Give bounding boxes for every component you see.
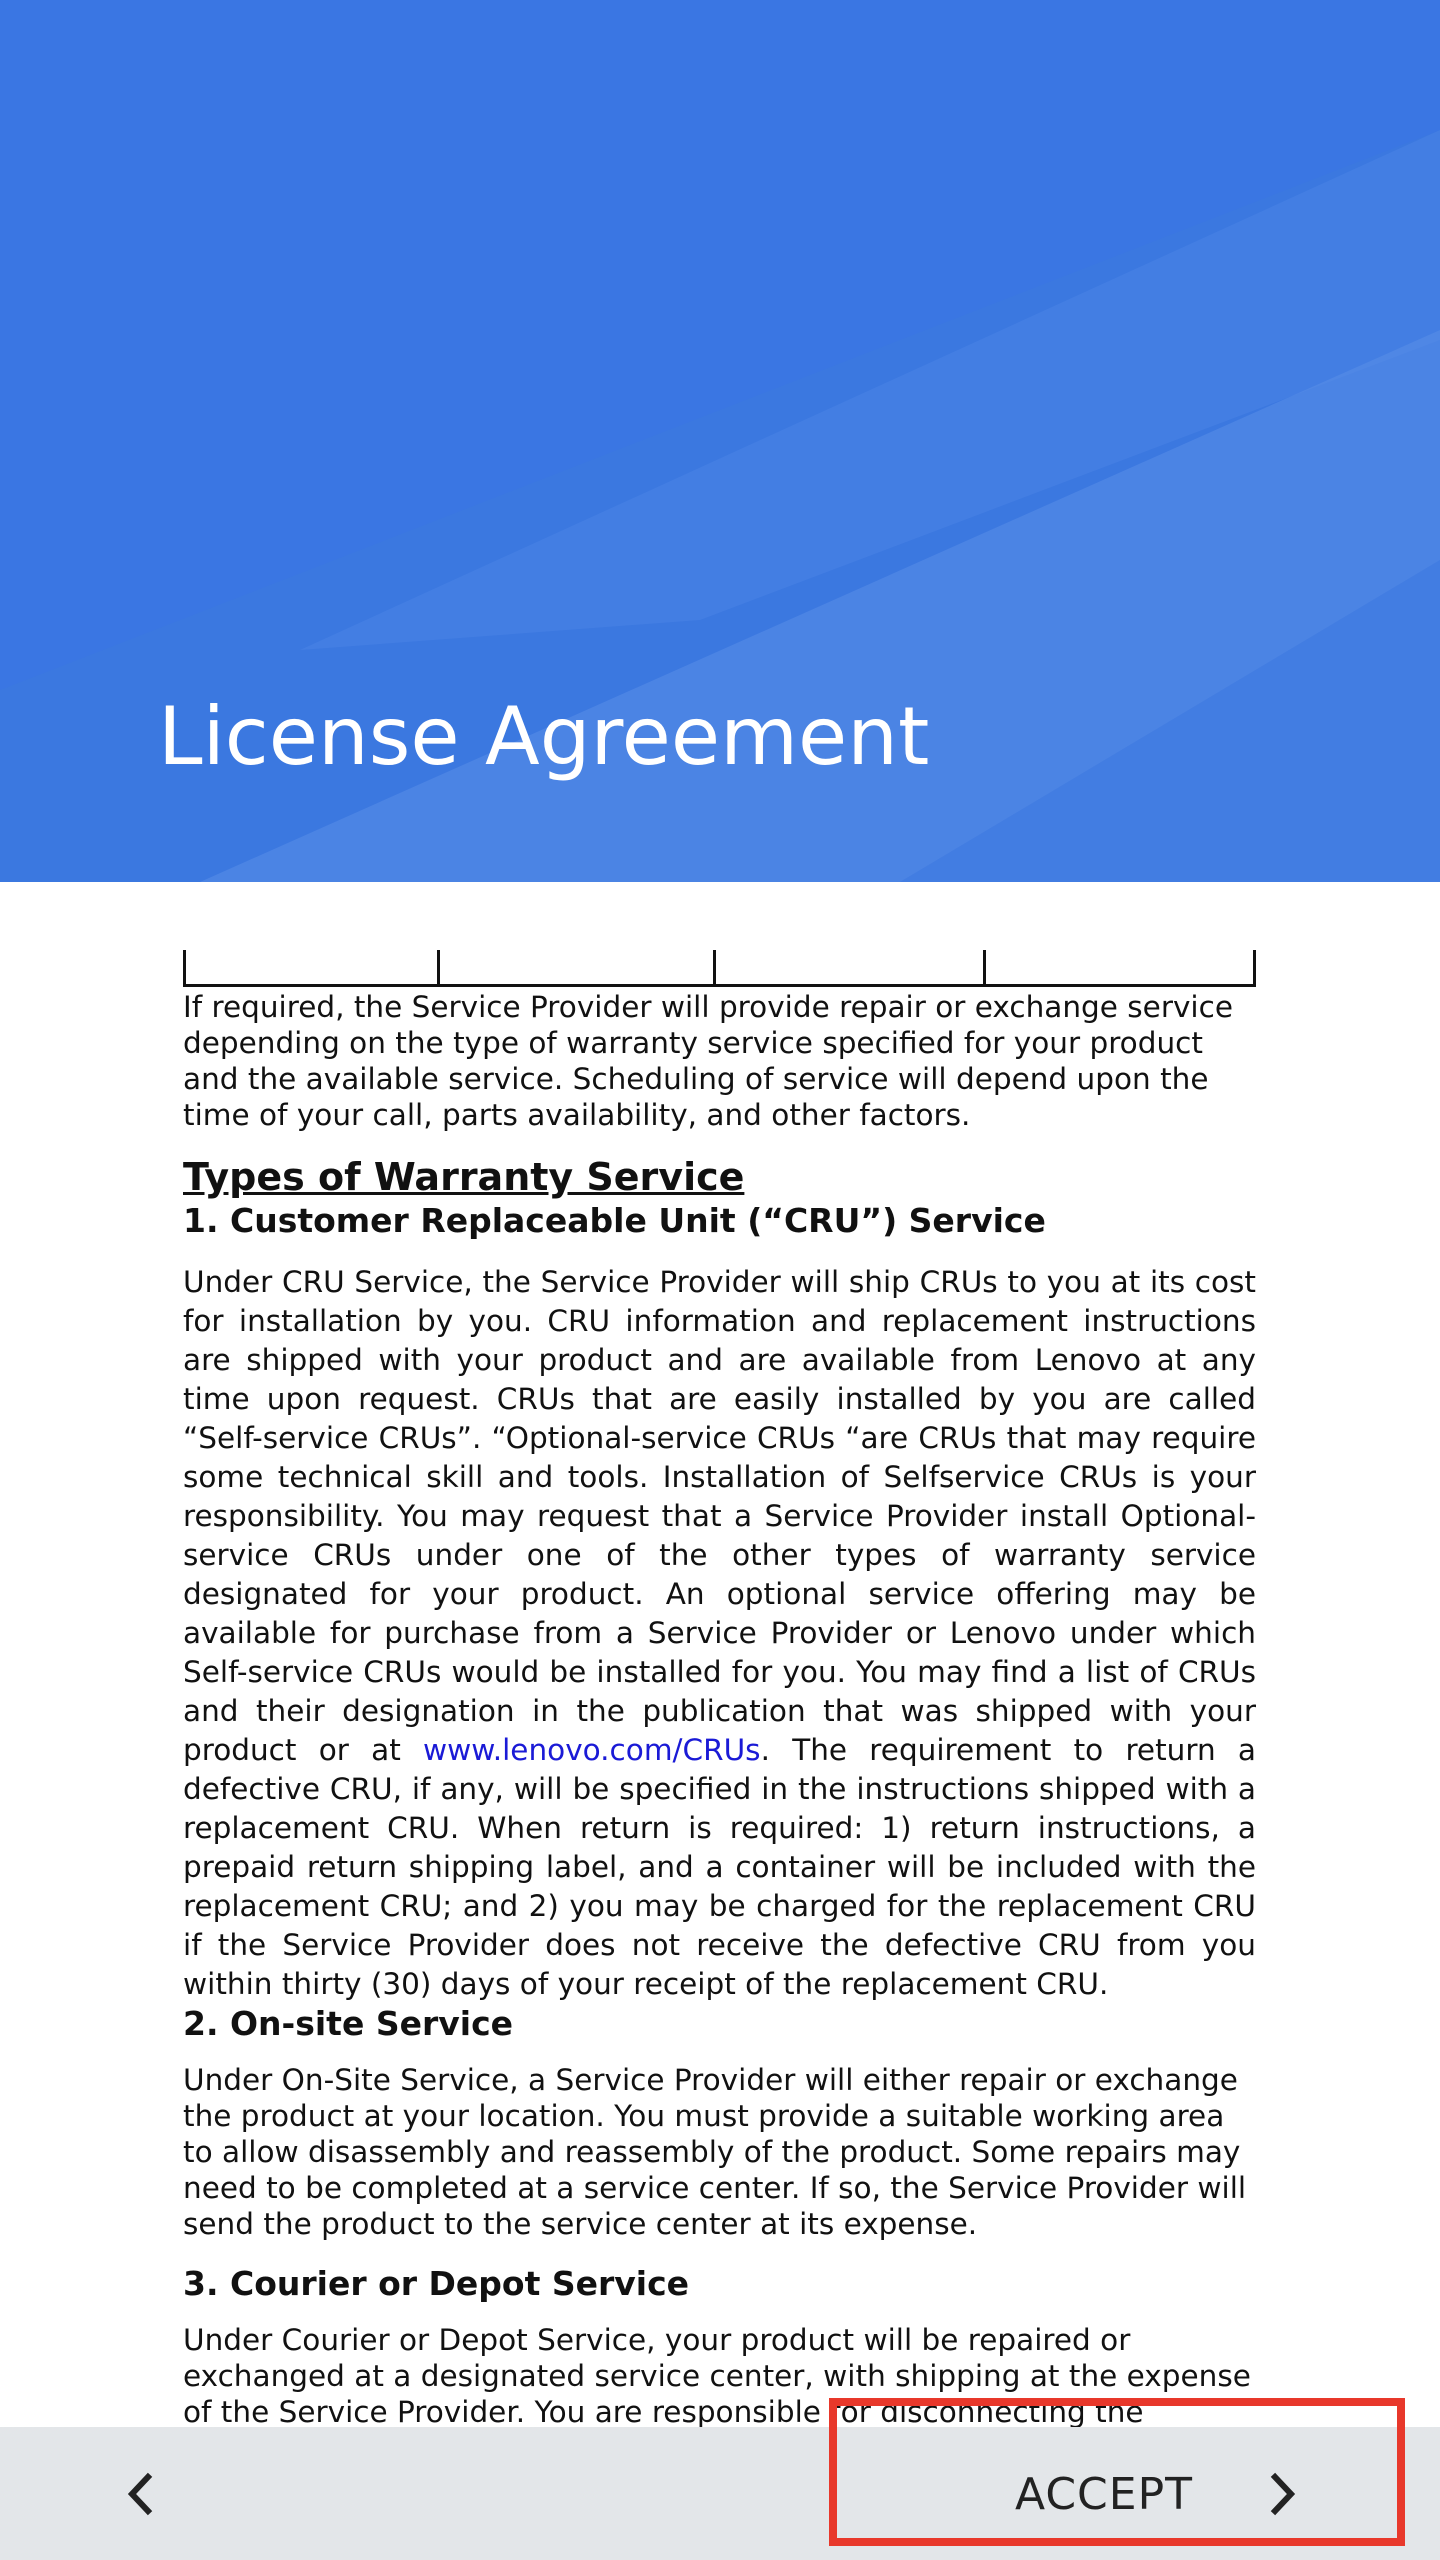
page-title: License Agreement [158,690,930,783]
cru-text-part2: . The requirement to return a defective … [183,1733,1256,2001]
accept-chevron-wrapper [1263,2469,1303,2519]
intro-paragraph: If required, the Service Provider will p… [183,990,1233,1132]
accept-button[interactable]: ACCEPT [980,2447,1360,2541]
courier-heading: 3. Courier or Depot Service [183,2264,690,2303]
onsite-heading: 2. On-site Service [183,2004,514,2043]
agreement-text: If required, the Service Provider will p… [183,950,1257,2427]
onsite-paragraph: Under On-Site Service, a Service Provide… [183,2063,1247,2241]
cru-link[interactable]: www.lenovo.com/CRUs [423,1733,761,1767]
table-cell [986,950,1257,984]
navigation-bar: ACCEPT [0,2427,1440,2560]
section-title: Types of Warranty Service [183,1155,745,1199]
cru-text-part1: Under CRU Service, the Service Provider … [183,1265,1256,1767]
table-cell [186,950,441,984]
back-button[interactable] [100,2451,180,2537]
agreement-scroll-area[interactable]: If required, the Service Provider will p… [0,882,1440,2427]
courier-paragraph: Under Courier or Depot Service, your pro… [183,2323,1251,2427]
license-agreement-screen: License Agreement If required, the Servi… [0,0,1440,2560]
chevron-left-icon [127,2472,153,2516]
accept-label: ACCEPT [1015,2468,1193,2520]
cru-heading: 1. Customer Replaceable Unit (“CRU”) Ser… [183,1201,1046,1240]
cru-paragraph: Under CRU Service, the Service Provider … [183,1263,1256,2004]
table-cell [440,950,716,984]
table-fragment [183,950,1257,987]
chevron-right-icon [1270,2472,1296,2516]
header-banner: License Agreement [0,0,1440,882]
table-cell [716,950,986,984]
